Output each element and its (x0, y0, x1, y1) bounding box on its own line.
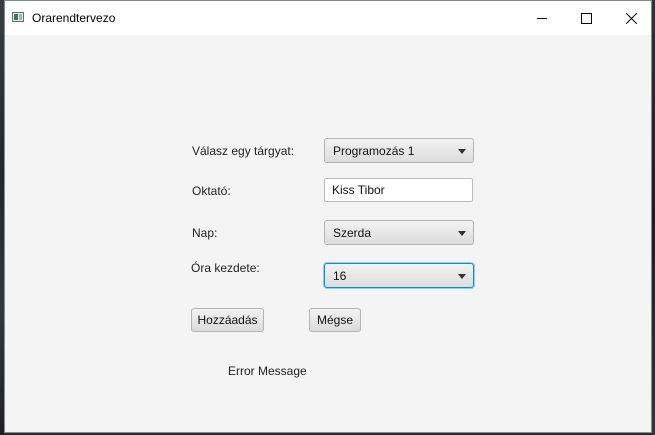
hour-select-value: 16 (333, 269, 347, 283)
day-select[interactable]: Szerda (324, 220, 474, 245)
error-message: Error Message (228, 364, 307, 378)
window-title: Orarendtervezo (32, 11, 116, 25)
app-window: Orarendtervezo Válasz egy tárgyat: Progr… (4, 0, 652, 433)
chevron-down-icon (458, 149, 466, 154)
app-window-icon (12, 12, 24, 22)
minimize-button[interactable] (519, 1, 565, 35)
subject-select-value: Programozás 1 (333, 144, 415, 158)
title-bar[interactable]: Orarendtervezo (5, 1, 651, 35)
teacher-input[interactable] (324, 178, 473, 202)
maximize-button[interactable] (563, 1, 609, 35)
close-button[interactable] (609, 1, 655, 35)
maximize-icon (580, 12, 592, 24)
close-icon (626, 12, 638, 24)
day-select-value: Szerda (333, 226, 372, 240)
teacher-label: Oktató: (192, 184, 231, 198)
add-button[interactable]: Hozzáadás (191, 308, 264, 332)
chevron-down-icon (458, 231, 466, 236)
subject-select[interactable]: Programozás 1 (324, 138, 474, 163)
hour-label: Óra kezdete: (191, 261, 260, 275)
hour-select[interactable]: 16 (324, 263, 474, 288)
subject-label: Válasz egy tárgyat: (192, 144, 295, 158)
cancel-button[interactable]: Mégse (309, 308, 361, 332)
minimize-icon (537, 17, 547, 19)
chevron-down-icon (458, 274, 466, 279)
day-label: Nap: (192, 226, 218, 240)
